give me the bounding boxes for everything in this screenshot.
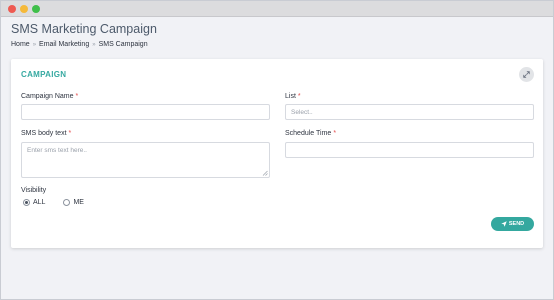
- campaign-name-input[interactable]: [21, 104, 270, 120]
- breadcrumb-sms-campaign: SMS Campaign: [98, 41, 148, 48]
- resize-handle-icon[interactable]: [262, 170, 268, 176]
- visibility-option-all[interactable]: ALL: [23, 199, 45, 206]
- sms-body-label: SMS body text *: [21, 130, 71, 137]
- visibility-option-all-label: ALL: [33, 199, 46, 206]
- breadcrumb-separator-icon: »: [92, 41, 96, 48]
- maximize-window-button[interactable]: [32, 5, 40, 13]
- paper-plane-icon: [501, 221, 507, 227]
- breadcrumb-home[interactable]: Home: [11, 41, 30, 48]
- page-title: SMS Marketing Campaign: [11, 22, 157, 36]
- expand-icon: [523, 71, 530, 78]
- breadcrumb: Home » Email Marketing » SMS Campaign: [11, 41, 148, 48]
- breadcrumb-email-marketing[interactable]: Email Marketing: [39, 41, 89, 48]
- visibility-radio-group: ALL ME: [23, 199, 84, 206]
- schedule-time-label-text: Schedule Time: [285, 130, 332, 137]
- card-title: CAMPAIGN: [21, 70, 67, 79]
- required-marker: *: [68, 130, 72, 137]
- required-marker: *: [333, 130, 337, 137]
- close-window-button[interactable]: [8, 5, 16, 13]
- list-select[interactable]: Select..: [285, 104, 534, 120]
- list-label: List *: [285, 93, 301, 100]
- required-marker: *: [75, 93, 79, 100]
- required-marker: *: [297, 93, 301, 100]
- radio-checked-icon[interactable]: [23, 199, 30, 206]
- sms-body-label-text: SMS body text: [21, 130, 67, 137]
- sms-body-textarea[interactable]: Enter sms text here..: [21, 142, 270, 178]
- list-label-text: List: [285, 93, 296, 100]
- visibility-label: Visibility: [21, 187, 47, 194]
- minimize-window-button[interactable]: [20, 5, 28, 13]
- send-button[interactable]: SEND: [491, 217, 534, 231]
- send-button-label: SEND: [508, 221, 525, 227]
- radio-unchecked-icon[interactable]: [63, 199, 71, 206]
- app-window: SMS Marketing Campaign Home » Email Mark…: [0, 0, 554, 300]
- title-bar: [1, 1, 553, 17]
- visibility-option-me[interactable]: ME: [63, 199, 84, 206]
- sms-body-placeholder: Enter sms text here..: [27, 147, 87, 154]
- breadcrumb-separator-icon: »: [32, 41, 37, 48]
- campaign-name-label-text: Campaign Name: [21, 93, 74, 100]
- campaign-card: CAMPAIGN Campaign Name * List * Select.. S…: [11, 59, 543, 248]
- list-select-placeholder: Select..: [291, 108, 313, 116]
- visibility-option-me-label: ME: [73, 199, 84, 206]
- campaign-name-label: Campaign Name *: [21, 93, 78, 100]
- schedule-time-label: Schedule Time *: [285, 130, 336, 137]
- schedule-time-input[interactable]: [285, 142, 534, 158]
- expand-button[interactable]: [519, 67, 534, 82]
